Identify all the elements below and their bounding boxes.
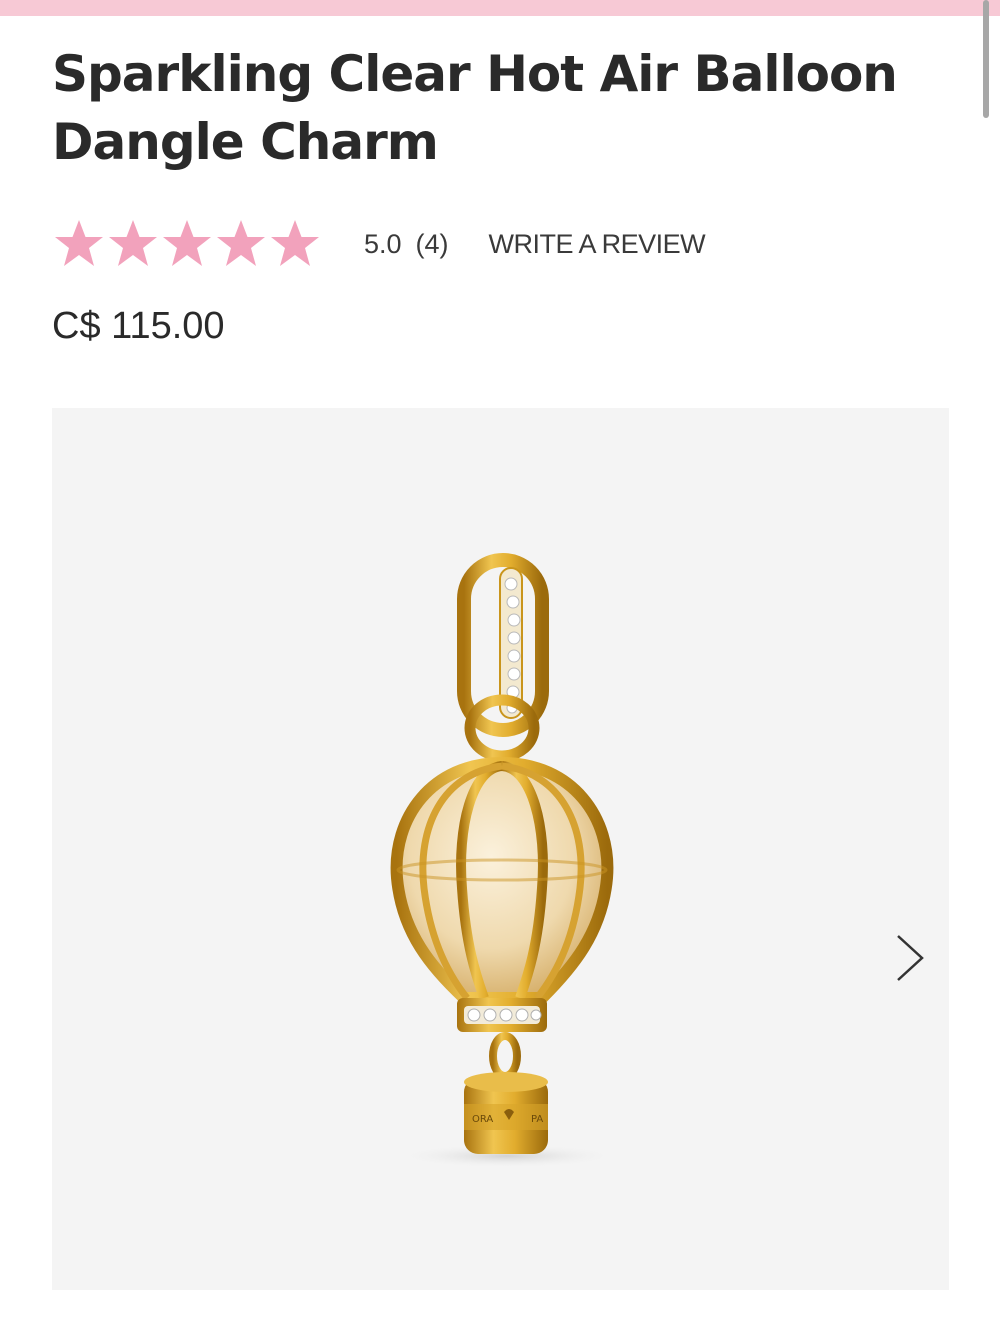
charm-collar	[457, 998, 547, 1032]
product-price: C$ 115.00	[52, 305, 225, 347]
product-image-charm: ORA PA	[390, 553, 617, 1168]
review-count[interactable]: (4)	[416, 229, 449, 260]
star-icon	[55, 220, 103, 266]
write-review-link[interactable]: WRITE A REVIEW	[489, 229, 706, 260]
engraving-left: ORA	[472, 1114, 493, 1125]
star-icon	[271, 220, 319, 266]
rating-value: 5.0	[364, 228, 402, 259]
top-accent-bar	[0, 0, 1000, 16]
product-image-gallery[interactable]: ORA PA	[52, 408, 949, 1290]
product-page: Sparkling Clear Hot Air Balloon Dangle C…	[0, 0, 1000, 1333]
star-icon	[109, 220, 157, 266]
chevron-right-icon[interactable]	[890, 928, 930, 988]
product-title: Sparkling Clear Hot Air Balloon Dangle C…	[52, 45, 898, 171]
charm-basket: ORA PA	[464, 1072, 548, 1154]
rating-row: 5.0 (4) WRITE A REVIEW	[52, 215, 706, 273]
star-icon	[163, 220, 211, 266]
scrollbar[interactable]	[983, 0, 989, 118]
engraving-right: PA	[531, 1114, 543, 1125]
charm-balloon	[390, 756, 614, 1004]
star-icon	[217, 220, 265, 266]
charm-basket-link	[489, 1032, 521, 1080]
star-rating	[52, 218, 322, 270]
